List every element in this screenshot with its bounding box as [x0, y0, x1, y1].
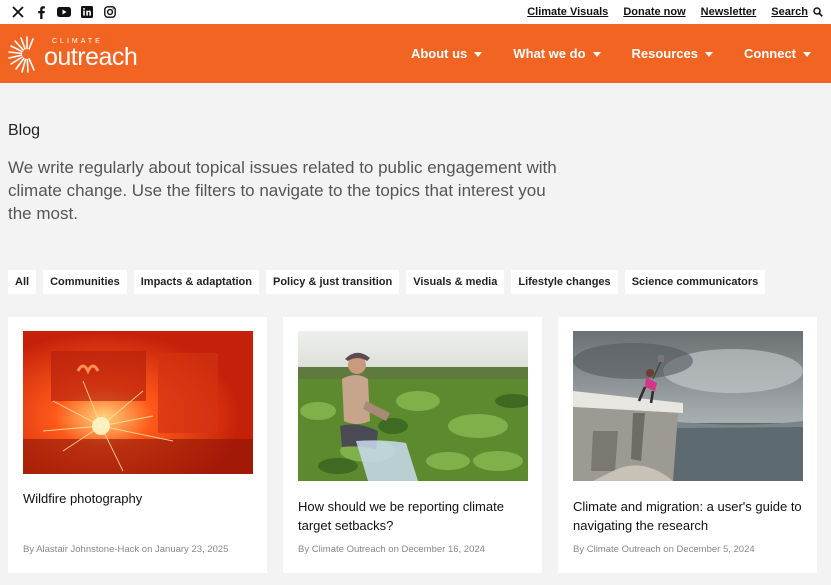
- blog-card-meta: By Alastair Johnstone-Hack on January 23…: [23, 544, 229, 555]
- chevron-down-icon: [592, 52, 601, 57]
- nav-item-label: About us: [410, 46, 468, 61]
- nav-menu: About us What we do Resources Connect: [411, 46, 811, 61]
- filter-bar: All Communities Impacts & adaptation Pol…: [8, 270, 766, 294]
- nav-item-what-we-do[interactable]: What we do: [513, 46, 601, 61]
- logo[interactable]: CLIMATE outreach: [7, 34, 138, 74]
- filter-policy-just-transition[interactable]: Policy & just transition: [266, 270, 400, 294]
- blog-card[interactable]: Climate and migration: a user's guide to…: [558, 317, 817, 573]
- blog-card-title[interactable]: How should we be reporting climate targe…: [298, 497, 534, 535]
- blog-card-title[interactable]: Climate and migration: a user's guide to…: [573, 497, 809, 535]
- climate-visuals-link[interactable]: Climate Visuals: [527, 6, 608, 18]
- youtube-icon[interactable]: [57, 5, 71, 19]
- chevron-down-icon: [803, 52, 811, 57]
- filter-communities[interactable]: Communities: [43, 270, 127, 294]
- instagram-icon[interactable]: [103, 5, 117, 19]
- logo-big-text: outreach: [44, 42, 138, 71]
- blog-card-title[interactable]: Wildfire photography: [23, 489, 259, 508]
- social-links: [11, 5, 117, 19]
- filter-impacts-adaptation[interactable]: Impacts & adaptation: [133, 270, 259, 294]
- coastal-ruins-photo[interactable]: [573, 331, 803, 481]
- nav-item-connect[interactable]: Connect: [744, 46, 811, 61]
- search-icon: [813, 7, 823, 17]
- nav-item-label: Connect: [744, 46, 796, 61]
- facebook-icon[interactable]: [34, 5, 48, 19]
- farmer-field-photo[interactable]: [298, 331, 528, 481]
- filter-all[interactable]: All: [8, 270, 37, 294]
- filter-lifestyle-changes[interactable]: Lifestyle changes: [511, 270, 618, 294]
- utility-links: Climate Visuals Donate now Newsletter Se…: [527, 6, 823, 18]
- search-label: Search: [771, 6, 808, 18]
- intro-section: Blog We write regularly about topical is…: [8, 122, 568, 225]
- sunburst-logo-icon: [8, 35, 35, 73]
- nav-item-about-us[interactable]: About us: [410, 46, 483, 61]
- filter-science-communicators[interactable]: Science communicators: [624, 270, 766, 294]
- x-icon[interactable]: [11, 5, 25, 19]
- chevron-down-icon: [474, 52, 483, 57]
- chevron-down-icon: [705, 52, 713, 57]
- blog-card[interactable]: Wildfire photography By Alastair Johnsto…: [8, 317, 267, 573]
- newsletter-link[interactable]: Newsletter: [701, 6, 757, 18]
- linkedin-icon[interactable]: [80, 5, 94, 19]
- main-nav: CLIMATE outreach About us What we do Res…: [0, 24, 831, 83]
- filter-visuals-media[interactable]: Visuals & media: [406, 270, 505, 294]
- utility-bar: Climate Visuals Donate now Newsletter Se…: [0, 0, 831, 24]
- nav-item-label: Resources: [631, 46, 698, 61]
- blog-card-meta: By Climate Outreach on December 5, 2024: [573, 544, 755, 555]
- page-title: Blog: [8, 122, 41, 139]
- nav-item-resources[interactable]: Resources: [632, 46, 713, 61]
- blog-card[interactable]: How should we be reporting climate targe…: [283, 317, 542, 573]
- blog-card-meta: By Climate Outreach on December 16, 2024: [298, 544, 485, 555]
- wildfire-photo[interactable]: [23, 331, 253, 474]
- blog-card-list: Wildfire photography By Alastair Johnsto…: [8, 317, 817, 573]
- logo-text: CLIMATE outreach: [44, 38, 138, 71]
- page-description: We write regularly about topical issues …: [8, 158, 557, 223]
- donate-link[interactable]: Donate now: [623, 6, 685, 18]
- nav-item-label: What we do: [513, 46, 586, 61]
- search-link[interactable]: Search: [771, 6, 823, 18]
